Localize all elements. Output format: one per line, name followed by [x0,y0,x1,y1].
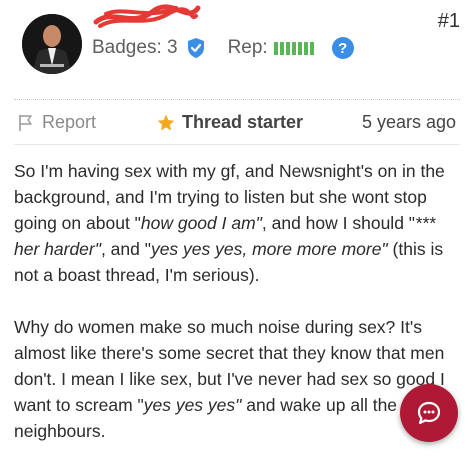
quoted-text: how good I am" [140,213,262,233]
rep-segment [285,41,290,55]
chat-bubble-icon [417,401,441,425]
post-timestamp[interactable]: 5 years ago [362,112,456,133]
report-label: Report [42,112,97,132]
flag-icon [19,114,32,131]
quoted-text: yes yes yes, more more more" [150,239,388,259]
rep-segment [279,41,284,55]
divider [14,99,460,100]
post-number[interactable]: #1 [438,10,460,33]
rep-label: Rep: [227,37,268,58]
rep-segment [303,41,308,55]
divider [14,144,460,145]
user-stats: Badges: 3 Rep: ? [92,36,354,60]
rep-segment [297,41,302,55]
shield-check-icon [187,38,204,58]
body-text: , and " [100,239,151,259]
post-body: So I'm having sex with my gf, and Newsni… [14,158,460,470]
body-text: , and how I should " [261,213,416,233]
reply-button[interactable] [400,384,458,442]
rep-segment [273,41,278,55]
star-icon [157,114,175,130]
avatar[interactable] [22,14,82,74]
avatar-image [22,14,82,74]
post-paragraph-2: Why do women make so much noise during s… [14,314,460,444]
post-meta: Report Thread starter 5 years ago [0,110,474,138]
post-paragraph-1: So I'm having sex with my gf, and Newsni… [14,158,460,288]
rep-segment [309,41,314,55]
rep-segment [291,41,296,55]
redacted-username [93,4,201,28]
post-header: #1 Badges: 3 Rep: ? [0,0,474,92]
rep-bar[interactable] [273,41,316,55]
thread-starter-badge: Thread starter [156,112,303,133]
thread-starter-label: Thread starter [182,112,304,132]
report-button[interactable]: Report [18,112,96,133]
help-icon[interactable]: ? [331,37,354,59]
quoted-text: yes yes yes" [143,395,242,415]
badges-label[interactable]: Badges: 3 [92,37,178,59]
